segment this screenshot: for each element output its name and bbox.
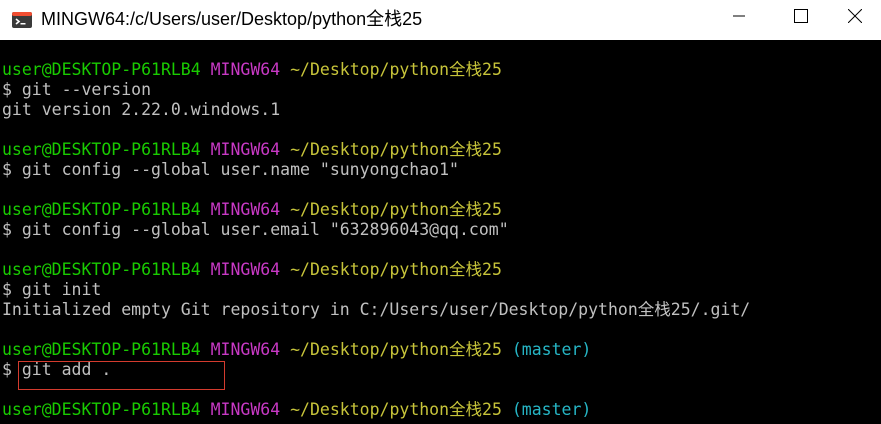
maximize-button[interactable] xyxy=(778,0,824,36)
prompt-path: ~/Desktop/python全栈25 xyxy=(290,60,502,79)
prompt-system: MINGW64 xyxy=(210,260,281,279)
prompt-path: ~/Desktop/python全栈25 xyxy=(290,200,502,219)
close-icon xyxy=(847,8,863,28)
prompt-branch: (master) xyxy=(511,340,592,359)
prompt-system: MINGW64 xyxy=(210,400,281,419)
output-line: git version 2.22.0.windows.1 xyxy=(2,100,281,119)
output-line: Initialized empty Git repository in C:/U… xyxy=(2,300,751,319)
prompt-line: user@DESKTOP-P61RLB4 MINGW64 ~/Desktop/p… xyxy=(2,260,502,280)
prompt-line: user@DESKTOP-P61RLB4 MINGW64 ~/Desktop/p… xyxy=(2,400,591,420)
command-line: $ git config --global user.name "sunyong… xyxy=(2,160,459,179)
prompt-line: user@DESKTOP-P61RLB4 MINGW64 ~/Desktop/p… xyxy=(2,200,502,220)
prompt-system: MINGW64 xyxy=(210,200,281,219)
command-line: $ git init xyxy=(2,280,102,299)
prompt-user: user@DESKTOP-P61RLB4 xyxy=(2,260,201,279)
prompt-system: MINGW64 xyxy=(210,140,281,159)
prompt-line: user@DESKTOP-P61RLB4 MINGW64 ~/Desktop/p… xyxy=(2,140,502,160)
prompt-system: MINGW64 xyxy=(210,340,281,359)
command-line: $ git --version xyxy=(2,80,152,99)
prompt-path: ~/Desktop/python全栈25 xyxy=(290,400,502,419)
window-title: MINGW64:/c/Users/user/Desktop/python全栈25 xyxy=(41,9,423,29)
minimize-button[interactable] xyxy=(716,0,762,36)
command-line: $ git config --global user.email "632896… xyxy=(2,220,509,239)
prompt-line: user@DESKTOP-P61RLB4 MINGW64 ~/Desktop/p… xyxy=(2,340,591,360)
close-button[interactable] xyxy=(832,0,878,36)
prompt-user: user@DESKTOP-P61RLB4 xyxy=(2,200,201,219)
minimize-icon xyxy=(733,9,745,27)
prompt-system: MINGW64 xyxy=(210,60,281,79)
prompt-path: ~/Desktop/python全栈25 xyxy=(290,340,502,359)
prompt-user: user@DESKTOP-P61RLB4 xyxy=(2,400,201,419)
terminal-window: MINGW64:/c/Users/user/Desktop/python全栈25… xyxy=(0,0,881,424)
maximize-icon xyxy=(794,8,808,28)
prompt-path: ~/Desktop/python全栈25 xyxy=(290,140,502,159)
git-bash-icon xyxy=(11,9,33,31)
title-bar[interactable]: MINGW64:/c/Users/user/Desktop/python全栈25 xyxy=(0,0,881,40)
prompt-user: user@DESKTOP-P61RLB4 xyxy=(2,340,201,359)
prompt-path: ~/Desktop/python全栈25 xyxy=(290,260,502,279)
prompt-user: user@DESKTOP-P61RLB4 xyxy=(2,60,201,79)
prompt-user: user@DESKTOP-P61RLB4 xyxy=(2,140,201,159)
prompt-branch: (master) xyxy=(511,400,592,419)
prompt-line: user@DESKTOP-P61RLB4 MINGW64 ~/Desktop/p… xyxy=(2,60,502,80)
highlight-annotation xyxy=(18,361,225,390)
